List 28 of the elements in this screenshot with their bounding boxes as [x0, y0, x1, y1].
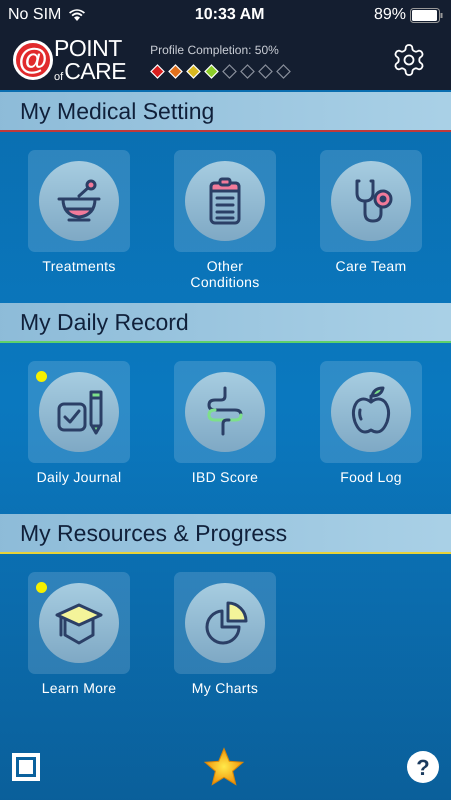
section-title: My Resources & Progress — [20, 518, 288, 548]
point-of-care-logo: @ POINT ofCARE — [13, 37, 126, 83]
wifi-icon — [69, 9, 86, 21]
help-button[interactable]: ? — [407, 751, 439, 783]
section-title: My Medical Setting — [20, 96, 214, 126]
tile-label: Learn More — [40, 680, 118, 696]
section-title: My Daily Record — [20, 308, 189, 337]
tile-label: IBD Score — [190, 469, 260, 485]
tile-label: Daily Journal — [36, 469, 122, 485]
menu-tile[interactable] — [28, 150, 130, 252]
tile-label: Treatments — [41, 258, 117, 274]
clock-time: 10:33 AM — [194, 5, 264, 25]
tile-label: Food Log — [339, 469, 403, 485]
tile-label: Other Conditions — [189, 258, 261, 290]
menu-tile[interactable] — [320, 150, 422, 252]
profile-completion-label: Profile Completion: 50% — [150, 42, 280, 59]
battery-percentage: 89% — [374, 5, 406, 25]
battery-icon — [410, 8, 443, 22]
tile-label: My Charts — [190, 680, 260, 696]
menu-tile[interactable] — [28, 572, 130, 674]
stop-button[interactable] — [12, 753, 40, 781]
menu-tile[interactable] — [174, 572, 276, 674]
carrier-label: No SIM — [8, 5, 62, 25]
menu-tile[interactable] — [28, 361, 130, 463]
menu-tile[interactable] — [320, 361, 422, 463]
tile-label: Care Team — [334, 258, 408, 274]
menu-tile[interactable] — [174, 150, 276, 252]
menu-tile[interactable] — [174, 361, 276, 463]
